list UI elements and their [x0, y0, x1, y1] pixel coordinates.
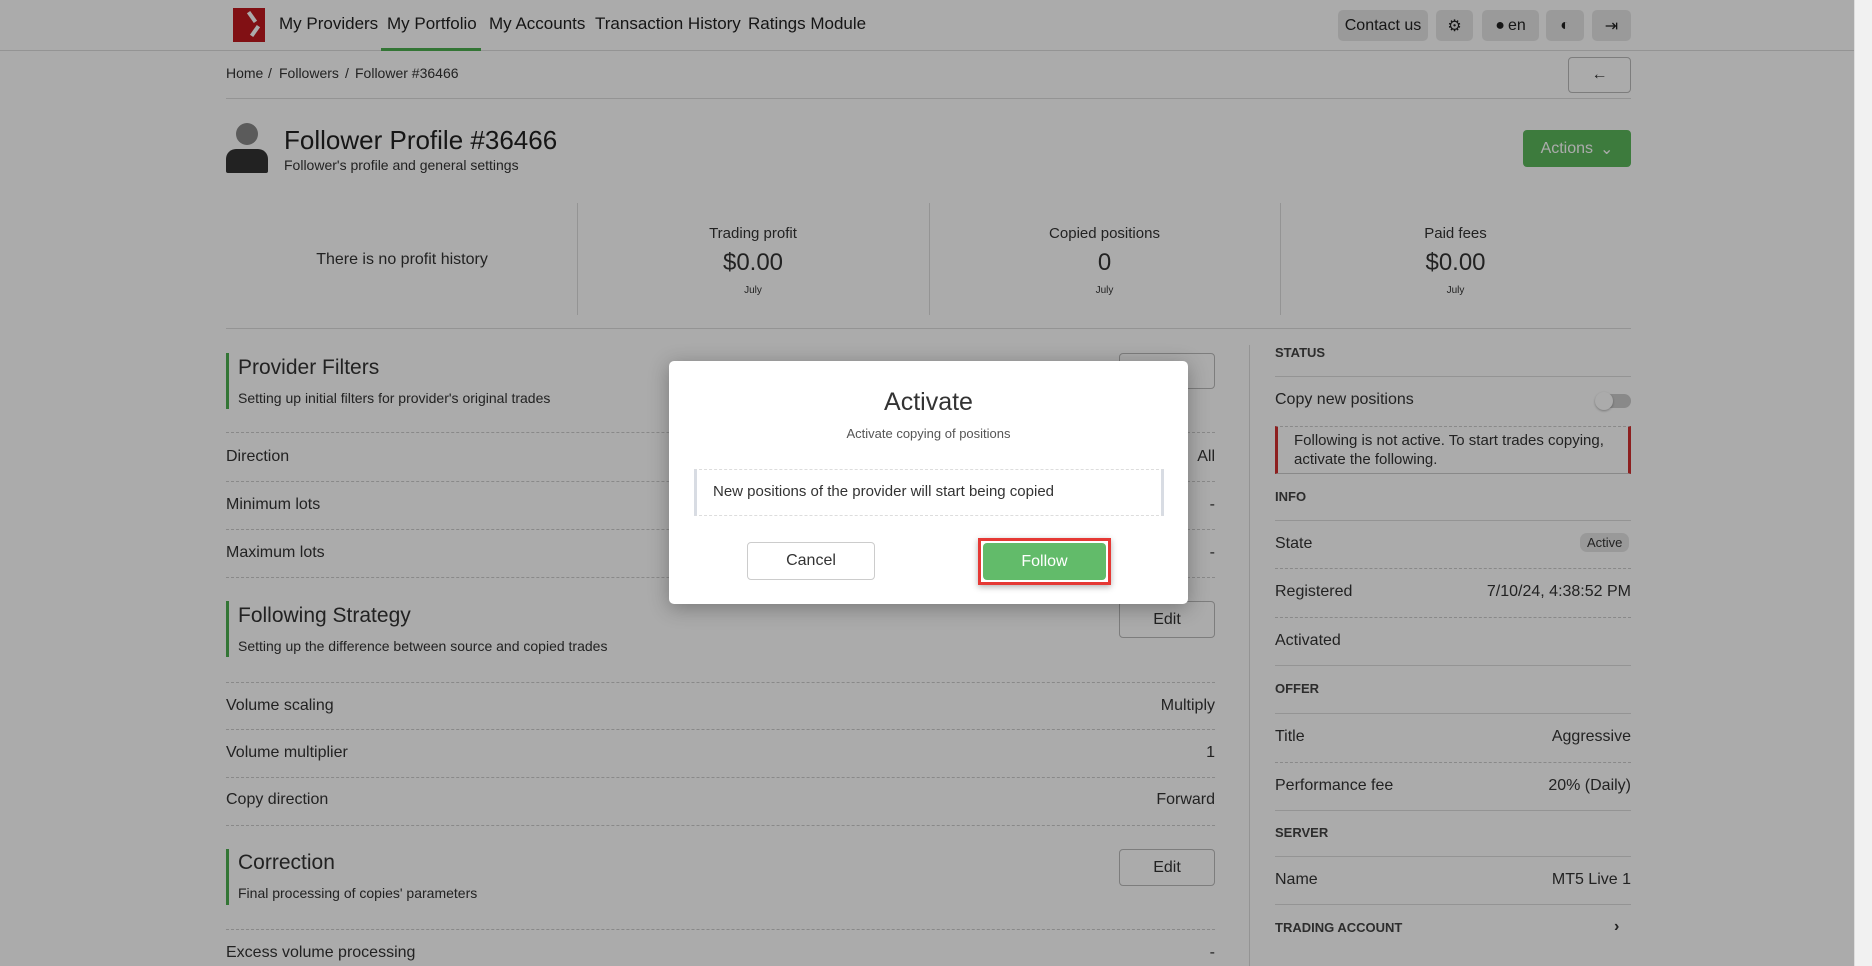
- activate-modal: Activate Activate copying of positions N…: [669, 361, 1188, 604]
- cancel-button[interactable]: Cancel: [747, 542, 875, 580]
- modal-subtitle: Activate copying of positions: [846, 426, 1011, 441]
- modal-title: Activate: [884, 388, 973, 416]
- modal-message: New positions of the provider will start…: [694, 469, 1164, 516]
- modal-message-text: New positions of the provider will start…: [713, 483, 1055, 500]
- follow-button[interactable]: Follow: [983, 543, 1106, 580]
- scrollbar[interactable]: [1854, 0, 1872, 966]
